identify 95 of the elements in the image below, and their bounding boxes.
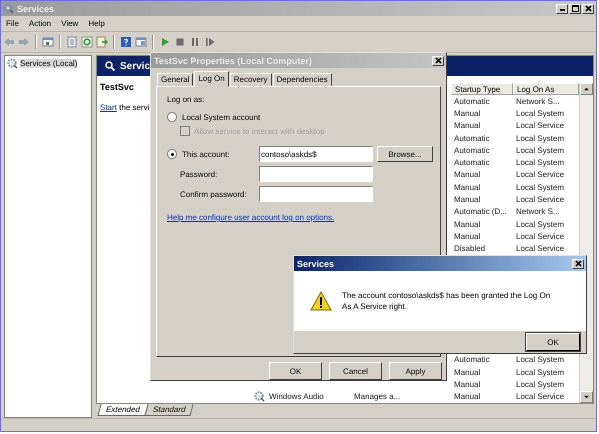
dialog-button[interactable]: Apply xyxy=(389,362,442,380)
field-label: Confirm password: xyxy=(179,190,248,198)
table-cell-text: Manual xyxy=(453,368,482,377)
table-cell-text: Manual xyxy=(453,232,482,241)
services-icon xyxy=(3,3,14,14)
search-icon xyxy=(105,61,115,71)
table-cell-text: Local Service xyxy=(515,232,566,241)
menu-item[interactable]: Action xyxy=(24,19,56,28)
table-cell-text: Manual xyxy=(453,220,482,229)
tab[interactable]: Dependencies xyxy=(272,73,332,86)
table-cell-text: Local System xyxy=(515,368,566,377)
play-icon[interactable] xyxy=(159,36,171,48)
view-tab[interactable]: Standard xyxy=(144,404,194,416)
table-cell-text: Automatic xyxy=(453,355,491,364)
table-cell-text: Network S... xyxy=(515,207,561,216)
radio-label: This account: xyxy=(182,150,230,158)
table-cell-text: Local System xyxy=(515,146,566,155)
menu-item[interactable]: File xyxy=(1,19,24,28)
password-field[interactable] xyxy=(259,166,373,182)
table-cell-text: Manages a... xyxy=(353,392,402,402)
help-link[interactable]: Help me configure user account log on options. xyxy=(167,213,430,222)
table-cell-text: Manual xyxy=(453,380,482,390)
table-cell-text: Local System xyxy=(515,158,566,168)
show-pane-icon[interactable] xyxy=(135,36,147,48)
radio-button[interactable] xyxy=(167,112,177,122)
table-cell-text: Manual xyxy=(453,121,482,130)
table-cell-text: Manual xyxy=(453,195,482,204)
description-text: the servi xyxy=(119,103,150,112)
dialog-title: TestSvc Properties (Local Computer) xyxy=(154,56,313,66)
close-button[interactable] xyxy=(582,4,594,14)
table-cell-text: Local System xyxy=(515,108,566,118)
scroll-up-icon[interactable] xyxy=(580,83,593,95)
tree-item[interactable]: Services (Local) xyxy=(20,59,78,68)
field-label: Password: xyxy=(179,170,218,178)
table-cell-text: Manual xyxy=(453,170,482,180)
table-cell-text: Local Service xyxy=(515,121,566,130)
pane-header: Servic xyxy=(120,60,150,72)
table-cell-text: Automatic (D... xyxy=(453,207,508,216)
column-header[interactable]: Log On As xyxy=(513,83,579,95)
tab[interactable]: General xyxy=(157,73,194,86)
window-title: Services xyxy=(17,4,56,14)
table-cell-text: Local System xyxy=(515,182,566,192)
table-cell-text: Automatic xyxy=(453,158,491,168)
dialog-title: Services xyxy=(297,258,336,268)
table-cell-text: Automatic xyxy=(453,146,491,155)
browse-button[interactable]: Browse... xyxy=(377,146,433,162)
pause-icon[interactable] xyxy=(189,36,201,48)
table-cell-text: Automatic xyxy=(453,96,491,106)
services-icon xyxy=(7,58,18,69)
password-field[interactable] xyxy=(259,186,373,202)
resume-icon[interactable] xyxy=(204,36,216,48)
properties-icon[interactable] xyxy=(66,36,78,48)
view-tab[interactable]: Extended xyxy=(97,404,148,416)
console-tree-icon[interactable] xyxy=(42,36,54,48)
table-cell: Windows Audio xyxy=(251,391,351,402)
table-cell-text: Manual xyxy=(453,392,482,402)
table-cell-text: Local System xyxy=(515,355,566,364)
service-name: TestSvc xyxy=(100,82,135,92)
table-cell-text: Local System xyxy=(515,380,566,390)
table-cell-text: Local Service xyxy=(515,244,566,254)
close-button[interactable] xyxy=(432,56,444,66)
gear-icon xyxy=(254,391,265,402)
account-field[interactable]: contoso\askds$ xyxy=(259,146,373,162)
menu-item[interactable]: Help xyxy=(83,19,110,28)
help-icon[interactable] xyxy=(120,36,132,48)
warning-icon xyxy=(310,291,332,311)
dialog-button[interactable]: Cancel xyxy=(329,362,382,380)
menu-item[interactable]: View xyxy=(56,19,84,28)
tab[interactable]: Log On xyxy=(194,71,229,87)
table-cell-text: Automatic xyxy=(453,134,491,143)
dialog-button[interactable]: OK xyxy=(269,362,322,380)
table-cell-text: Local Service xyxy=(515,195,566,204)
table-cell-text: Network S... xyxy=(515,96,561,106)
radio-button[interactable] xyxy=(167,149,177,159)
ok-button[interactable]: OK xyxy=(526,333,580,351)
close-button[interactable] xyxy=(572,258,584,268)
table-cell-text: Local System xyxy=(515,220,566,229)
scroll-down-icon[interactable] xyxy=(580,391,593,403)
table-cell-text: Disabled xyxy=(453,244,486,254)
refresh-icon[interactable] xyxy=(81,36,93,48)
radio-label: Local System account xyxy=(182,112,260,122)
table-cell-text: Manual xyxy=(453,108,482,118)
tab[interactable]: Recovery xyxy=(230,73,272,86)
maximize-button[interactable] xyxy=(569,4,581,14)
section-label: Log on as: xyxy=(167,95,206,104)
start-link[interactable]: Start xyxy=(100,103,117,112)
export-icon[interactable] xyxy=(96,36,108,48)
minimize-button[interactable] xyxy=(556,4,568,14)
table-cell-text: Local Service xyxy=(515,170,566,180)
table-cell-text: Local System xyxy=(515,134,566,143)
table-cell-text: Manual xyxy=(453,182,482,192)
column-header[interactable]: Startup Type xyxy=(451,83,513,95)
table-cell-text: Local Service xyxy=(515,392,566,402)
message-text: The account contoso\askds$ has been granted the Log On As A Service right. xyxy=(342,290,552,312)
stop-icon[interactable] xyxy=(174,36,186,48)
